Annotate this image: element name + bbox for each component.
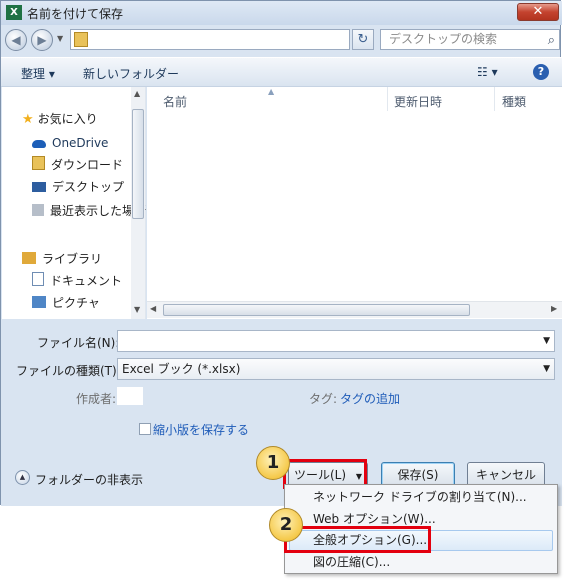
scrollbar-thumb[interactable] (163, 304, 470, 316)
scrollbar-thumb[interactable] (132, 109, 144, 219)
recent-places-icon (32, 204, 44, 216)
folder-icon (74, 32, 88, 47)
save-thumbnail-checkbox[interactable] (139, 423, 151, 435)
search-icon[interactable]: ⌕ (548, 31, 555, 50)
save-as-dialog: X 名前を付けて保存 ✕ ◀ ▶ ▼ ↻ デスクトップの検索 ⌕ 整理 ▾ 新し… (0, 0, 562, 506)
sidebar-item-recent[interactable]: 最近表示した場所 (32, 201, 146, 221)
sidebar-item-label: お気に入り (37, 112, 98, 126)
dialog-title: 名前を付けて保存 (27, 7, 124, 21)
search-placeholder: デスクトップの検索 (389, 32, 498, 46)
author-label: 作成者: (76, 392, 117, 406)
filename-label: ファイル名(N): (37, 336, 120, 350)
help-icon[interactable]: ? (533, 64, 549, 80)
step-1-callout: 1 (256, 446, 290, 480)
scroll-right-icon[interactable]: ▶ (551, 304, 557, 313)
sidebar-item-label: ピクチャ (52, 296, 100, 310)
chevron-down-icon[interactable]: ▼ (543, 331, 550, 351)
scroll-up-icon[interactable]: ▲ (134, 89, 140, 98)
filetype-label: ファイルの種類(T): (16, 364, 121, 378)
sidebar-item-libraries[interactable]: ライブラリ (22, 249, 102, 269)
sidebar-item-documents[interactable]: ドキュメント (32, 271, 122, 291)
back-button[interactable]: ◀ (5, 29, 27, 51)
search-input[interactable]: デスクトップの検索 ⌕ (380, 29, 560, 50)
command-toolbar: 整理 ▾ 新しいフォルダー ☷ ▾ ? (1, 57, 562, 87)
general-options-highlight (284, 526, 431, 553)
filename-input[interactable]: ▼ (117, 330, 555, 352)
scroll-down-icon[interactable]: ▼ (134, 305, 140, 314)
organize-button[interactable]: 整理 ▾ (21, 65, 55, 82)
menu-item-compress-pictures[interactable]: 図の圧縮(C)... (313, 552, 390, 572)
chevron-down-icon[interactable]: ▼ (543, 359, 550, 379)
sidebar-item-pictures[interactable]: ピクチャ (32, 293, 100, 313)
column-header-date[interactable]: 更新日時 (394, 93, 442, 110)
column-header-type[interactable]: 種類 (502, 93, 526, 110)
save-thumbnail-label[interactable]: 縮小版を保存する (153, 421, 249, 438)
chevron-up-icon[interactable]: ▲ (15, 470, 30, 485)
download-folder-icon (32, 156, 45, 170)
star-icon: ★ (22, 112, 34, 127)
filetype-select[interactable]: Excel ブック (*.xlsx) ▼ (117, 358, 555, 380)
cloud-icon (32, 140, 46, 148)
excel-app-icon: X (6, 5, 22, 20)
library-icon (22, 252, 36, 264)
column-divider[interactable] (387, 87, 388, 111)
add-tag-link[interactable]: タグの追加 (340, 390, 400, 407)
menu-item-map-network-drive[interactable]: ネットワーク ドライブの割り当て(N)... (313, 487, 527, 507)
picture-icon (32, 296, 46, 308)
sidebar-item-downloads[interactable]: ダウンロード (32, 155, 123, 175)
tag-label: タグ: (309, 392, 338, 406)
close-button[interactable]: ✕ (517, 3, 559, 21)
step-2-callout: 2 (269, 508, 303, 542)
navigation-pane: ★ お気に入り OneDrive ダウンロード デスクトップ 最近表示した場所 ラ… (2, 87, 146, 319)
recent-locations-chevron-icon[interactable]: ▼ (57, 34, 63, 43)
sidebar-item-label: OneDrive (52, 136, 109, 150)
sidebar-item-favorites[interactable]: ★ お気に入り (22, 109, 98, 129)
scroll-left-icon[interactable]: ◀ (150, 304, 156, 313)
author-field[interactable] (117, 387, 143, 405)
column-divider[interactable] (494, 87, 495, 111)
column-header-name[interactable]: 名前 (163, 93, 187, 110)
sidebar-item-label: デスクトップ (52, 180, 125, 194)
filetype-value: Excel ブック (*.xlsx) (122, 362, 241, 376)
sidebar-item-label: ライブラリ (42, 252, 103, 266)
sidebar-item-desktop[interactable]: デスクトップ (32, 177, 124, 197)
change-view-button[interactable]: ☷ ▾ (477, 65, 498, 79)
forward-button[interactable]: ▶ (31, 29, 53, 51)
sidebar-item-onedrive[interactable]: OneDrive (32, 133, 108, 153)
address-bar[interactable] (70, 29, 350, 50)
sidebar-item-label: ダウンロード (51, 158, 124, 172)
new-folder-button[interactable]: 新しいフォルダー (83, 65, 179, 82)
sort-indicator-icon: ▲ (268, 87, 275, 96)
file-list-horizontal-scrollbar[interactable]: ◀ ▶ (147, 301, 562, 318)
document-icon (32, 272, 44, 286)
title-bar: X 名前を付けて保存 ✕ (1, 1, 562, 25)
desktop-icon (32, 182, 46, 192)
file-list: 名前 ▲ 更新日時 種類 (147, 87, 562, 319)
save-options-panel: ファイル名(N): ▼ ファイルの種類(T): Excel ブック (*.xls… (1, 319, 562, 506)
hide-folders-button[interactable]: フォルダーの非表示 (35, 471, 143, 488)
sidebar-item-label: ドキュメント (50, 274, 123, 288)
refresh-button[interactable]: ↻ (352, 29, 374, 50)
navigation-pane-scrollbar[interactable]: ▲ ▼ (131, 87, 145, 319)
